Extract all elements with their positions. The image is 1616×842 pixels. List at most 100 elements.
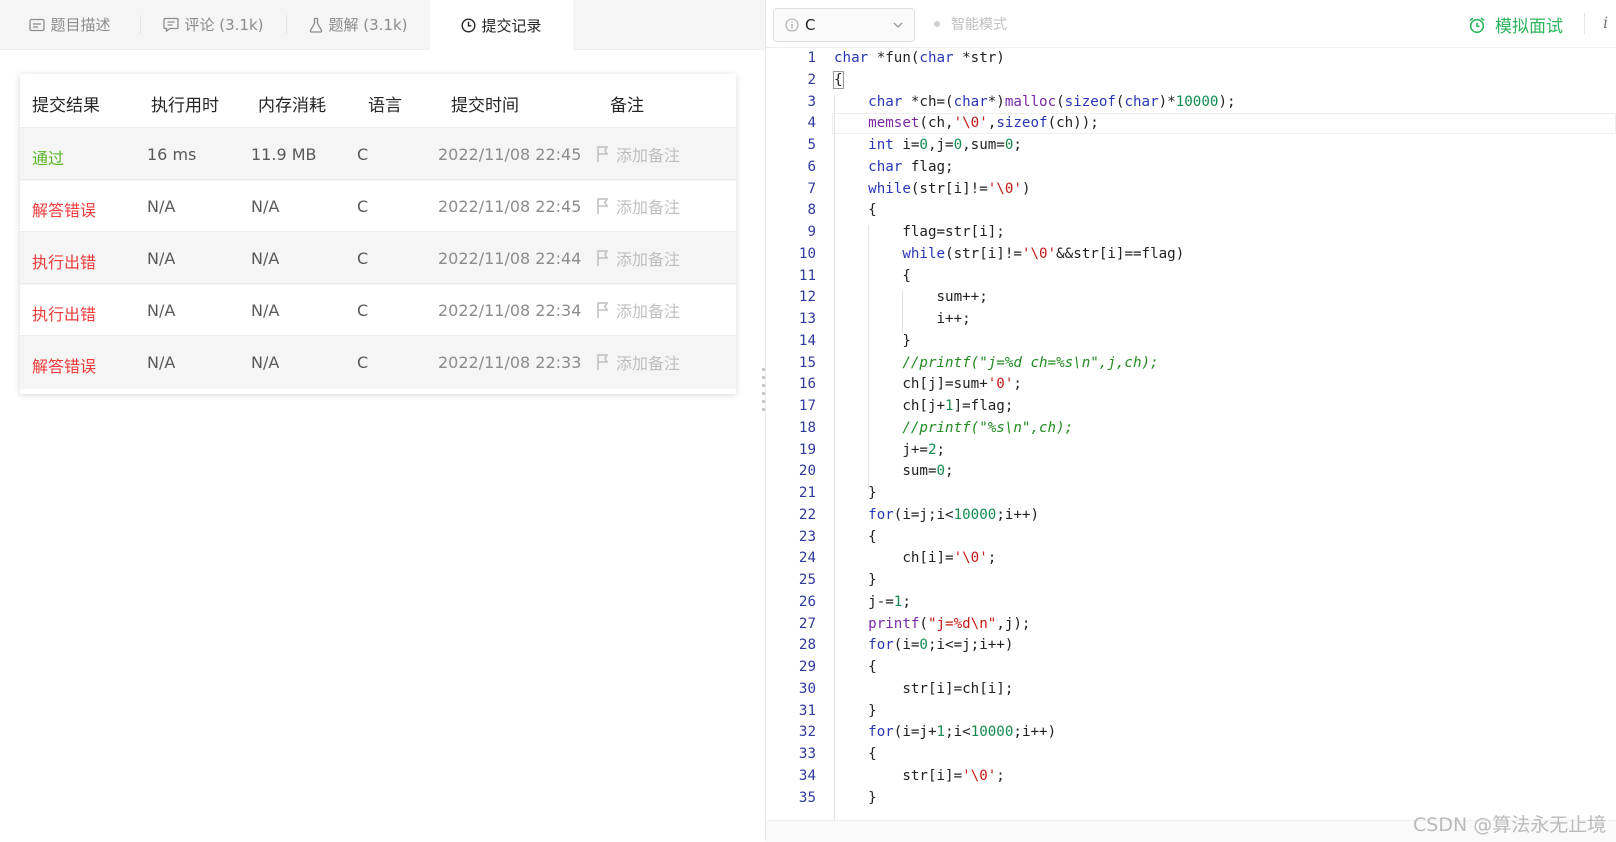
code-line[interactable]: 22 for(i=j;i<10000;i++) [766, 505, 1616, 527]
code-line[interactable]: 4 memset(ch,'\0',sizeof(ch)); [766, 113, 1616, 135]
code-text: sum++; [834, 289, 988, 305]
tab-solutions[interactable]: 题解 (3.1k) [287, 0, 430, 49]
code-line[interactable]: 23 { [766, 527, 1616, 549]
tab-comments[interactable]: 评论 (3.1k) [141, 0, 286, 49]
info-italic-icon[interactable]: i [1603, 13, 1608, 32]
runtime-value: N/A [147, 353, 176, 372]
language-value: C [357, 301, 369, 320]
mock-interview-button[interactable]: 模拟面试 [1468, 12, 1563, 37]
code-line[interactable]: 10 while(str[i]!='\0'&&str[i]==flag) [766, 244, 1616, 266]
add-note-button[interactable]: 添加备注 [596, 298, 680, 322]
code-text: printf("j=%d\n",j); [868, 616, 1031, 632]
memory-value: N/A [251, 353, 280, 372]
submission-result[interactable]: 执行出错 [32, 249, 96, 273]
code-line[interactable]: 2{ [766, 70, 1616, 92]
line-number: 33 [798, 746, 816, 762]
code-line[interactable]: 29 { [766, 657, 1616, 679]
code-text: while(str[i]!='\0') [868, 181, 1031, 197]
code-line[interactable]: 15 //printf("j=%d ch=%s\n",j,ch); [766, 353, 1616, 375]
code-line[interactable]: 11 { [766, 266, 1616, 288]
tab-label: 题解 (3.1k) [328, 16, 408, 34]
tab-submissions[interactable]: 提交记录 [430, 0, 573, 50]
code-line[interactable]: 31 } [766, 701, 1616, 723]
smart-mode-toggle[interactable]: 智能模式 [934, 14, 1007, 34]
code-line[interactable]: 34 str[i]='\0'; [766, 766, 1616, 788]
line-number: 12 [798, 289, 816, 305]
table-row[interactable]: 执行出错 N/A N/A C 2022/11/08 22:44 添加备注 [20, 231, 736, 285]
code-line[interactable]: 18 //printf("%s\n",ch); [766, 418, 1616, 440]
code-line[interactable]: 33 { [766, 744, 1616, 766]
code-line[interactable]: 14 } [766, 331, 1616, 353]
code-line[interactable]: 24 ch[i]='\0'; [766, 548, 1616, 570]
language-value: C [357, 353, 369, 372]
add-note-button[interactable]: 添加备注 [596, 246, 680, 270]
code-line[interactable]: 12 sum++; [766, 287, 1616, 309]
add-note-label: 添加备注 [616, 302, 681, 321]
code-line[interactable]: 30 str[i]=ch[i]; [766, 679, 1616, 701]
code-text: { [834, 268, 911, 284]
add-note-button[interactable]: 添加备注 [596, 142, 680, 166]
code-line[interactable]: 27 printf("j=%d\n",j); [766, 614, 1616, 636]
code-line[interactable]: 35 } [766, 788, 1616, 810]
code-text: j+=2; [834, 442, 946, 458]
submission-result[interactable]: 执行出错 [32, 301, 96, 325]
runtime-value: N/A [147, 197, 176, 216]
code-line[interactable]: 5 int i=0,j=0,sum=0; [766, 135, 1616, 157]
table-row[interactable]: 解答错误 N/A N/A C 2022/11/08 22:33 添加备注 [20, 335, 736, 389]
line-number: 9 [807, 224, 816, 240]
tab-description[interactable]: 题目描述 [0, 0, 140, 49]
column-header-result: 提交结果 [32, 96, 100, 116]
code-text: ch[j+1]=flag; [834, 398, 1014, 414]
code-text: } [834, 485, 877, 501]
code-line[interactable]: 25 } [766, 570, 1616, 592]
code-line[interactable]: 8 { [766, 200, 1616, 222]
code-line[interactable]: 1 char *fun(char *str) [766, 48, 1616, 70]
code-line[interactable]: 28 for(i=0;i<=j;i++) [766, 635, 1616, 657]
line-number: 1 [807, 50, 816, 66]
line-number: 21 [798, 485, 816, 501]
language-value: C [357, 197, 369, 216]
tab-bar: 题目描述 评论 (3.1k) 题解 (3.1k) 提交记录 [0, 0, 765, 50]
column-header-notes: 备注 [610, 96, 644, 116]
line-number: 5 [807, 137, 816, 153]
add-note-button[interactable]: 添加备注 [596, 350, 680, 374]
code-editor[interactable]: 1 char *fun(char *str) 2{3 char *ch=(char*… [766, 48, 1616, 820]
code-line[interactable]: 19 j+=2; [766, 440, 1616, 462]
code-line[interactable]: 6 char flag; [766, 157, 1616, 179]
code-line[interactable]: 20 sum=0; [766, 461, 1616, 483]
code-line[interactable]: 13 i++; [766, 309, 1616, 331]
submission-result[interactable]: 解答错误 [32, 353, 96, 377]
code-line[interactable]: 26 j-=1; [766, 592, 1616, 614]
table-row[interactable]: 执行出错 N/A N/A C 2022/11/08 22:34 添加备注 [20, 283, 736, 337]
code-line[interactable]: 9 flag=str[i]; [766, 222, 1616, 244]
line-number: 23 [798, 529, 816, 545]
flask-icon [309, 17, 323, 33]
submission-result[interactable]: 解答错误 [32, 197, 96, 221]
code-text: char flag; [868, 159, 954, 175]
submission-result[interactable]: 通过 [32, 145, 64, 169]
add-note-button[interactable]: 添加备注 [596, 194, 680, 218]
code-line[interactable]: 7 while(str[i]!='\0') [766, 179, 1616, 201]
code-text: { [834, 659, 877, 675]
code-line[interactable]: 3 char *ch=(char*)malloc(sizeof(char)*10… [766, 92, 1616, 114]
line-number: 15 [798, 355, 816, 371]
code-line[interactable]: 16 ch[j]=sum+'0'; [766, 374, 1616, 396]
mock-interview-label: 模拟面试 [1495, 17, 1563, 37]
line-number: 14 [798, 333, 816, 349]
table-header: 提交结果 执行用时 内存消耗 语言 提交时间 备注 [20, 74, 736, 127]
memory-value: N/A [251, 249, 280, 268]
language-select[interactable]: C [773, 8, 915, 42]
code-line[interactable]: 32 for(i=j+1;i<10000;i++) [766, 722, 1616, 744]
description-icon [29, 18, 46, 32]
line-number: 32 [798, 724, 816, 740]
tab-label: 评论 (3.1k) [184, 16, 264, 34]
code-line[interactable]: 21 } [766, 483, 1616, 505]
info-icon [785, 18, 799, 32]
line-number: 25 [798, 572, 816, 588]
status-dot-icon [934, 21, 940, 27]
table-row[interactable]: 解答错误 N/A N/A C 2022/11/08 22:45 添加备注 [20, 179, 736, 233]
line-number: 24 [798, 550, 816, 566]
code-line[interactable]: 17 ch[j+1]=flag; [766, 396, 1616, 418]
code-text: { [833, 71, 844, 89]
table-row[interactable]: 通过 16 ms 11.9 MB C 2022/11/08 22:45 添加备注 [20, 127, 736, 181]
